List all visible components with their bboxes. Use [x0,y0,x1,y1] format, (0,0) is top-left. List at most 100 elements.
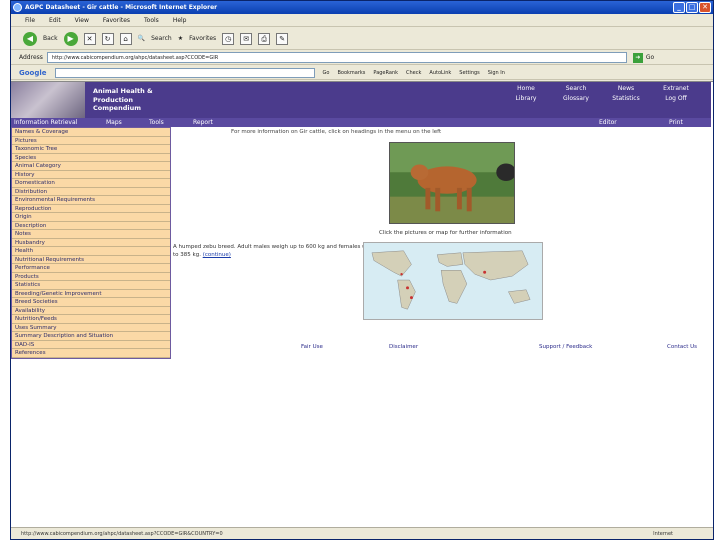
google-logo[interactable]: Google [19,69,47,77]
menu-item[interactable]: Availability [12,307,170,315]
go-button[interactable]: Go [646,54,654,61]
nav-tools[interactable]: Tools [149,118,164,127]
star-icon[interactable]: ★ [178,35,183,42]
menu-item[interactable]: Nutrition/Feeds [12,315,170,324]
link-search[interactable]: Search [551,85,601,92]
footer-fair-use[interactable]: Fair Use [301,344,323,350]
link-library[interactable]: Library [501,95,551,102]
footer-support[interactable]: Support / Feedback [539,344,592,350]
home-icon[interactable]: ⌂ [119,32,132,45]
forward-arrow-icon[interactable]: ▶ [63,31,78,46]
menu-view[interactable]: View [75,17,89,24]
menu-tools[interactable]: Tools [144,17,159,24]
address-input[interactable]: http://www.cabicompendium.org/ahpc/datas… [46,52,627,63]
refresh-icon[interactable]: ↻ [101,32,114,45]
photo-caption: Click the pictures or map for further in… [379,230,512,236]
address-bar: Address http://www.cabicompendium.org/ah… [11,51,713,65]
google-check[interactable]: Check [406,70,421,76]
window-title: AGPC Datasheet - Gir cattle - Microsoft … [25,4,218,11]
title-bar: AGPC Datasheet - Gir cattle - Microsoft … [11,1,713,14]
menu-item[interactable]: Description [12,222,170,230]
menu-item[interactable]: Notes [12,230,170,239]
site-banner: Animal Health & Production Compendium Ho… [11,82,711,118]
link-glossary[interactable]: Glossary [551,95,601,102]
menu-item[interactable]: Performance [12,264,170,273]
menu-item[interactable]: Origin [12,213,170,222]
menu-item[interactable]: Uses Summary [12,324,170,332]
menu-edit[interactable]: Edit [49,17,61,24]
search-button[interactable]: Search [151,35,172,42]
toolbar: ◀ Back ▶ ✕ ↻ ⌂ 🔍 Search ★ Favorites ◷ ✉ … [11,28,713,50]
top-links: Home Search News Extranet Library Glossa… [501,85,701,102]
google-pagerank[interactable]: PageRank [373,70,398,76]
menu-item[interactable]: References [12,349,170,358]
go-arrow-icon[interactable]: ➜ [632,52,643,63]
link-extranet[interactable]: Extranet [651,85,701,92]
menu-item[interactable]: Distribution [12,188,170,196]
menu-item[interactable]: Nutritional Requirements [12,256,170,264]
datasheet-menu: Names & Coverage Pictures Taxonomic Tree… [11,127,171,359]
nav-maps[interactable]: Maps [106,118,122,127]
link-home[interactable]: Home [501,85,551,92]
google-go[interactable]: Go [323,70,330,76]
menu-item[interactable]: DAD-IS [12,341,170,349]
google-autolink[interactable]: AutoLink [429,70,451,76]
cow-photo[interactable] [389,142,515,224]
menu-item[interactable]: Breed Societies [12,298,170,307]
menu-item[interactable]: Health [12,247,170,256]
menu-item[interactable]: Taxonomic Tree [12,145,170,154]
banner-image [11,82,85,118]
nav-report[interactable]: Report [193,118,213,127]
menu-item[interactable]: Breeding/Genetic Improvement [12,290,170,298]
menu-file[interactable]: File [25,17,35,24]
maximize-button[interactable]: □ [686,2,698,13]
site-nav: Information Retrieval Maps Tools Report … [11,118,711,127]
link-news[interactable]: News [601,85,651,92]
mail-icon[interactable]: ✉ [240,32,253,45]
continue-link[interactable]: (continue) [203,252,231,258]
menu-item[interactable]: Pictures [12,137,170,145]
menu-item[interactable]: Husbandry [12,239,170,247]
nav-information-retrieval[interactable]: Information Retrieval [14,118,77,127]
intro-text: For more information on Gir cattle, clic… [231,129,442,135]
footer-disclaimer[interactable]: Disclaimer [389,344,418,350]
minimize-button[interactable]: _ [673,2,685,13]
back-arrow-icon[interactable]: ◀ [23,31,37,46]
menu-item[interactable]: Environmental Requirements [12,196,170,205]
menu-item[interactable]: Names & Coverage [12,128,170,137]
stop-icon[interactable]: ✕ [83,32,96,45]
back-button[interactable]: Back [43,35,58,42]
status-zone: Internet [653,531,673,537]
search-icon[interactable]: 🔍 [138,35,145,42]
page-viewport: Animal Health & Production Compendium Ho… [11,81,713,527]
menu-item[interactable]: Domestication [12,179,170,188]
status-url: http://www.cabicompendium.org/ahpc/datas… [21,531,223,537]
distribution-map[interactable] [363,242,543,320]
history-icon[interactable]: ◷ [222,32,235,45]
menu-item[interactable]: Summary Description and Situation [12,332,170,341]
nav-editor[interactable]: Editor [599,118,617,127]
menu-item[interactable]: Animal Category [12,162,170,171]
menu-item[interactable]: History [12,171,170,179]
menu-bar: File Edit View Favorites Tools Help [11,14,713,27]
address-label: Address [19,54,43,61]
menu-item[interactable]: Species [12,154,170,162]
google-bookmarks[interactable]: Bookmarks [337,70,365,76]
google-signin[interactable]: Sign In [488,70,505,76]
breed-description: A humped zebu breed. Adult males weigh u… [173,243,373,259]
menu-item[interactable]: Products [12,273,170,281]
nav-print[interactable]: Print [669,118,683,127]
google-search-input[interactable] [54,67,315,78]
edit-icon[interactable]: ✎ [276,32,289,45]
print-icon[interactable]: ⎙ [258,32,271,45]
menu-item[interactable]: Reproduction [12,205,170,213]
favorites-button[interactable]: Favorites [189,35,216,42]
google-settings[interactable]: Settings [459,70,480,76]
link-statistics[interactable]: Statistics [601,95,651,102]
close-button[interactable]: ✕ [699,2,711,13]
menu-item[interactable]: Statistics [12,281,170,290]
menu-help[interactable]: Help [173,17,187,24]
link-log-off[interactable]: Log Off [651,95,701,102]
footer-contact[interactable]: Contact Us [667,344,697,350]
menu-favorites[interactable]: Favorites [103,17,130,24]
